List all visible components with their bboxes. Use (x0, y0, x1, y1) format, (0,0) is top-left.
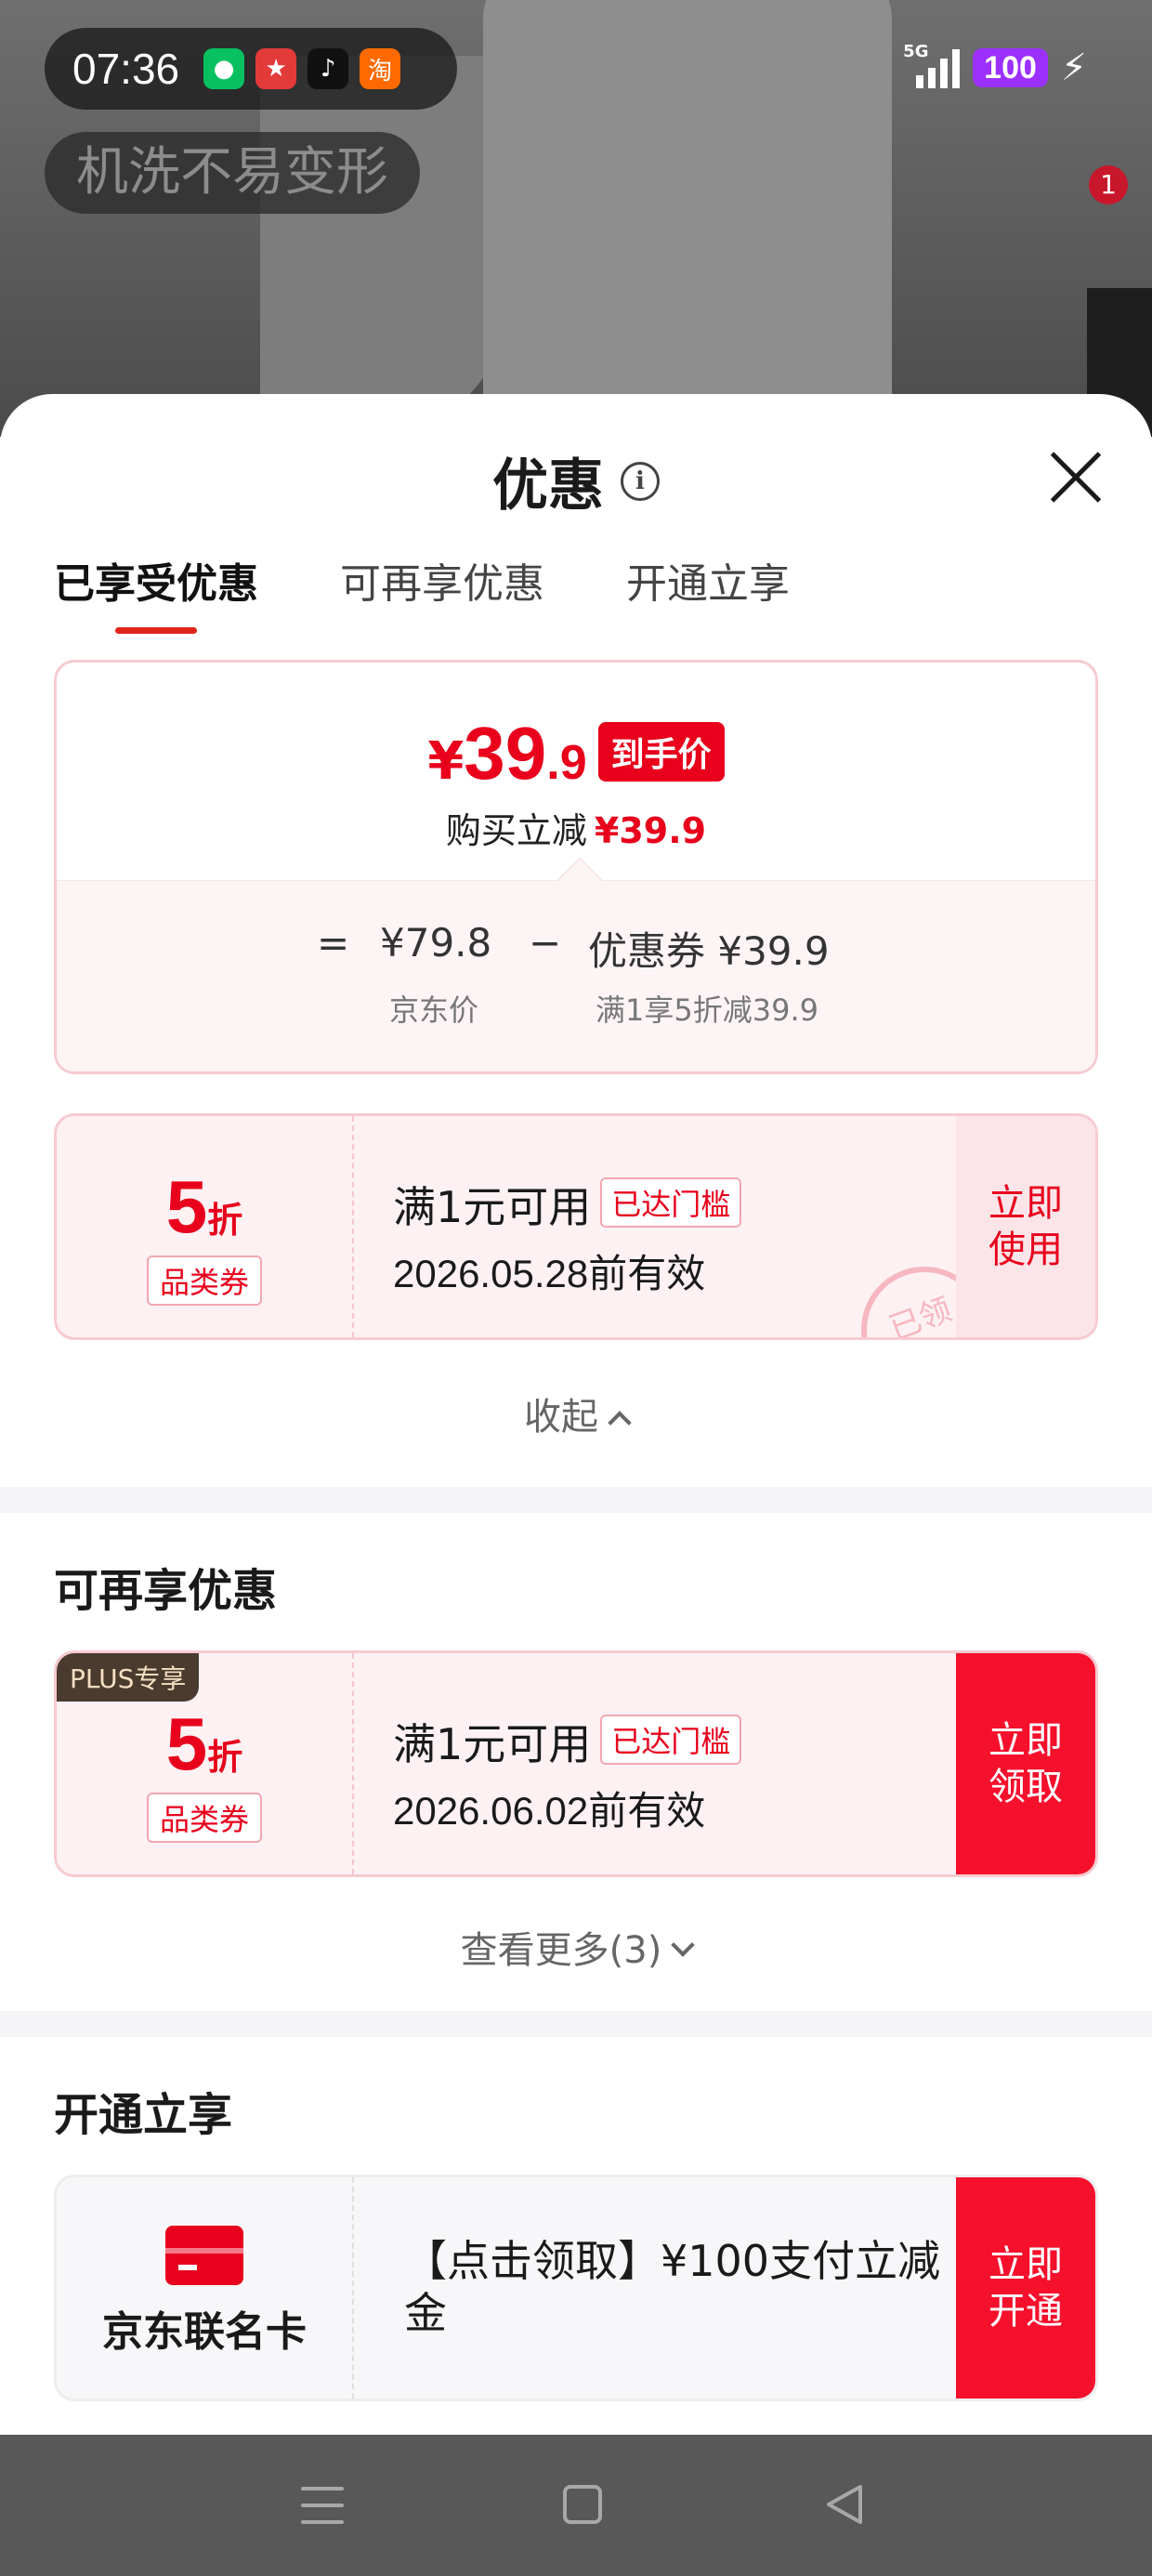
view-more-toggle[interactable]: 查看更多(3) (0, 1920, 1152, 1974)
coupon-condition: 满1元可用 (393, 1719, 592, 1769)
collapse-toggle[interactable]: 收起 (0, 1387, 1152, 1440)
threshold-met-chip: 已达门槛 (600, 1177, 742, 1228)
jd-price-label: 京东价 (389, 992, 479, 1028)
coupon-condition: 满1元可用 (393, 1182, 592, 1232)
price-breakdown: = ¥79.8 − 优惠券 ¥39.9 京东价 满1享5折减39.9 (57, 857, 1095, 1071)
coupon-deduction: 优惠券 ¥39.9 (588, 928, 830, 974)
open-now-button[interactable]: 立即 开通 (956, 2177, 1095, 2399)
view-more-label: 查看更多(3) (460, 1929, 662, 1972)
coupon-discount: 5折 (57, 1702, 352, 1787)
section-divider (0, 2011, 1152, 2037)
sheet-header: 优惠 i (0, 440, 1152, 521)
system-nav-bar (0, 2435, 1152, 2576)
instant-discount-line: 购买立减 ¥39.9 (57, 802, 1095, 853)
tab-label: 开通立享 (626, 560, 790, 608)
credit-card-icon (165, 2226, 243, 2285)
tiktok-icon: ♪ (308, 48, 349, 89)
open-now-label: 立即 开通 (988, 2243, 1063, 2333)
card-name: 京东联名卡 (102, 2308, 307, 2356)
collapse-label: 收起 (524, 1396, 598, 1439)
product-photo-arm (260, 56, 502, 427)
home-icon[interactable] (563, 2485, 602, 2524)
info-icon[interactable]: i (621, 461, 660, 501)
use-now-label: 立即 使用 (988, 1182, 1063, 1271)
coupon-discount-block: 5折 品类券 (57, 1116, 354, 1337)
coupon-discount-number: 5 (165, 1702, 208, 1785)
enjoyed-coupon-card: 5折 品类券 满1元可用 已达门槛 2026.05.28前有效 已领 立即 使用 (54, 1113, 1098, 1340)
open-enjoy-title: 开通立享 (54, 2089, 233, 2141)
final-price-integer: 39 (464, 712, 547, 795)
tab-label: 可再享优惠 (340, 560, 544, 608)
charging-icon: ⚡ (1060, 46, 1087, 89)
threshold-met-chip: 已达门槛 (600, 1715, 742, 1765)
final-price: ¥39.9 到手价 (57, 711, 1095, 796)
coupon-discount: 5折 (57, 1164, 352, 1250)
instant-discount-value: ¥39.9 (594, 810, 707, 851)
formula-equals: = (317, 920, 350, 966)
coupon-discount-unit: 折 (207, 1737, 243, 1778)
tab-enjoyed[interactable]: 已享受优惠 (54, 550, 258, 634)
signal-icon: 5G (903, 42, 961, 88)
price-summary-card: ¥39.9 到手价 购买立减 ¥39.9 = ¥79.8 − 优惠券 ¥39.9 京… (54, 660, 1098, 1074)
coupon-validity: 2026.05.28前有效 (393, 1252, 706, 1295)
tab-active-indicator (115, 627, 197, 634)
coupon-validity: 2026.06.02前有效 (393, 1789, 706, 1833)
taobao-icon: 淘 (360, 48, 401, 89)
claim-now-label: 立即 领取 (988, 1719, 1063, 1808)
status-bar-left: 07:36 ● ★ ♪ 淘 (45, 28, 457, 110)
status-bar-right: 5G 100 ⚡ (903, 42, 1087, 91)
final-price-section: ¥39.9 到手价 购买立减 ¥39.9 (57, 663, 1095, 880)
coupon-discount-unit: 折 (207, 1200, 243, 1241)
final-price-decimal: .9 (546, 736, 587, 790)
sheet-title: 优惠 (492, 453, 604, 519)
co-branded-card-offer: 京东联名卡 【点击领取】¥100支付立减金 立即 开通 (54, 2175, 1098, 2401)
coupon-details: 满1元可用 已达门槛 2026.06.02前有效 (393, 1711, 742, 1836)
coupon-details: 满1元可用 已达门槛 2026.05.28前有效 (393, 1174, 742, 1299)
battery-indicator: 100 (973, 48, 1048, 87)
plus-coupon-card: 5折 品类券 PLUS专享 满1元可用 已达门槛 2026.06.02前有效 立即… (54, 1650, 1098, 1877)
more-discounts-title: 可再享优惠 (54, 1565, 278, 1617)
tab-more-discounts[interactable]: 可再享优惠 (340, 550, 544, 634)
final-price-currency: ¥ (427, 731, 465, 792)
game-app-icon: ★ (255, 48, 297, 89)
tab-open-enjoy[interactable]: 开通立享 (626, 550, 790, 634)
jd-price-value: ¥79.8 (380, 920, 492, 966)
claim-now-button[interactable]: 立即 领取 (956, 1653, 1095, 1874)
coupon-rule: 满1享5折减39.9 (596, 992, 818, 1028)
card-offer-description: 【点击领取】¥100支付立减金 (404, 2236, 941, 2338)
use-now-button[interactable]: 立即 使用 (956, 1116, 1095, 1337)
menu-icon[interactable] (301, 2487, 344, 2524)
cart-count-badge: 1 (1089, 165, 1128, 204)
discount-tabs: 已享受优惠 可再享优惠 开通立享 (54, 550, 790, 634)
close-icon[interactable] (1046, 448, 1106, 507)
chevron-down-icon (671, 1933, 696, 1957)
product-feature-tag: 机洗不易变形 (45, 132, 420, 214)
product-photo-shirt (483, 0, 892, 437)
network-type: 5G (903, 42, 929, 61)
status-time: 07:36 (72, 45, 180, 93)
coupon-discount-number: 5 (165, 1165, 208, 1248)
section-divider (0, 1487, 1152, 1513)
chevron-up-icon (608, 1411, 632, 1435)
card-block: 京东联名卡 (57, 2177, 354, 2399)
wechat-icon: ● (203, 48, 245, 89)
plus-exclusive-tag: PLUS专享 (57, 1653, 200, 1702)
coupon-type-tag: 品类券 (146, 1255, 262, 1306)
final-price-badge: 到手价 (597, 722, 725, 782)
instant-discount-label: 购买立减 (445, 810, 587, 851)
coupon-type-tag: 品类券 (146, 1793, 262, 1843)
formula-minus: − (529, 920, 562, 966)
discount-sheet: 优惠 i 已享受优惠 可再享优惠 开通立享 ¥39.9 到手价 购买立减 ¥39.9 … (0, 394, 1152, 2435)
tab-label: 已享受优惠 (54, 560, 258, 608)
